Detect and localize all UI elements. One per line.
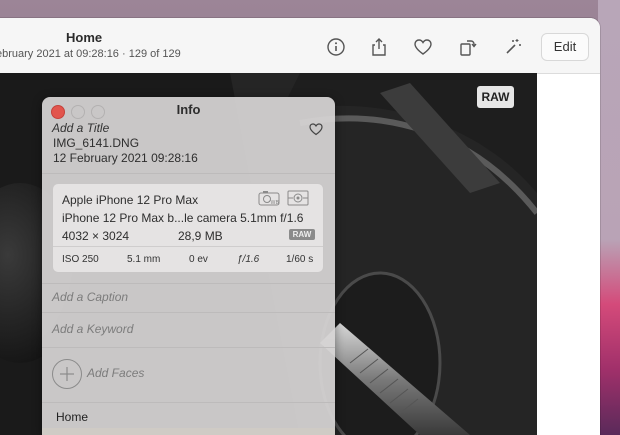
location-name: Home xyxy=(56,410,89,424)
date-time: 12 February 2021 09:28:16 xyxy=(53,151,198,165)
divider xyxy=(42,312,335,313)
metering-icon xyxy=(287,190,309,206)
add-caption-field[interactable]: Add a Caption xyxy=(52,290,128,304)
raw-badge: RAW xyxy=(477,86,514,108)
focal-length: 5.1 mm xyxy=(127,254,161,265)
divider xyxy=(42,402,335,403)
divider xyxy=(42,173,335,174)
info-title: Info xyxy=(176,102,201,117)
favorite-heart-icon[interactable] xyxy=(308,121,324,137)
desktop-wallpaper xyxy=(598,0,620,435)
toolbar: Home ebruary 2021 at 09:28:16 · 129 of 1… xyxy=(0,18,600,74)
add-title-field[interactable]: Add a Title xyxy=(52,121,109,135)
file-size: 28,9 MB xyxy=(178,229,223,243)
magic-wand-icon[interactable] xyxy=(502,36,524,58)
aperture: ƒ/1.6 xyxy=(237,254,260,265)
card-divider xyxy=(53,246,323,247)
window-subtitle: ebruary 2021 at 09:28:16 · 129 of 129 xyxy=(0,48,181,60)
exposure-value: 0 ev xyxy=(189,254,208,265)
add-faces-button[interactable] xyxy=(52,359,82,389)
raw-tag: RAW xyxy=(289,229,315,240)
favorite-heart-icon[interactable] xyxy=(412,36,434,58)
white-balance-icon: WB xyxy=(258,190,280,206)
iso-value: ISO 250 xyxy=(62,254,99,265)
divider xyxy=(42,347,335,348)
location-map[interactable] xyxy=(42,428,335,435)
shutter-speed: 1/60 s xyxy=(286,254,314,265)
add-faces-label[interactable]: Add Faces xyxy=(87,366,144,380)
divider xyxy=(42,283,335,284)
rotate-icon[interactable] xyxy=(456,36,478,58)
share-icon[interactable] xyxy=(368,36,390,58)
filename: IMG_6141.DNG xyxy=(53,136,140,150)
window-title: Home xyxy=(66,30,103,45)
edit-button[interactable]: Edit xyxy=(541,33,589,61)
info-panel: Info Add a Title IMG_6141.DNG 12 Februar… xyxy=(42,97,335,435)
info-icon[interactable] xyxy=(325,36,347,58)
camera-info-card: Apple iPhone 12 Pro Max iPhone 12 Pro Ma… xyxy=(52,183,324,273)
lens-info: iPhone 12 Pro Max b...le camera 5.1mm f/… xyxy=(62,211,304,225)
add-keyword-field[interactable]: Add a Keyword xyxy=(52,322,133,336)
resolution: 4032 × 3024 xyxy=(62,229,130,243)
camera-model: Apple iPhone 12 Pro Max xyxy=(62,193,199,207)
svg-text:WB: WB xyxy=(271,200,280,206)
